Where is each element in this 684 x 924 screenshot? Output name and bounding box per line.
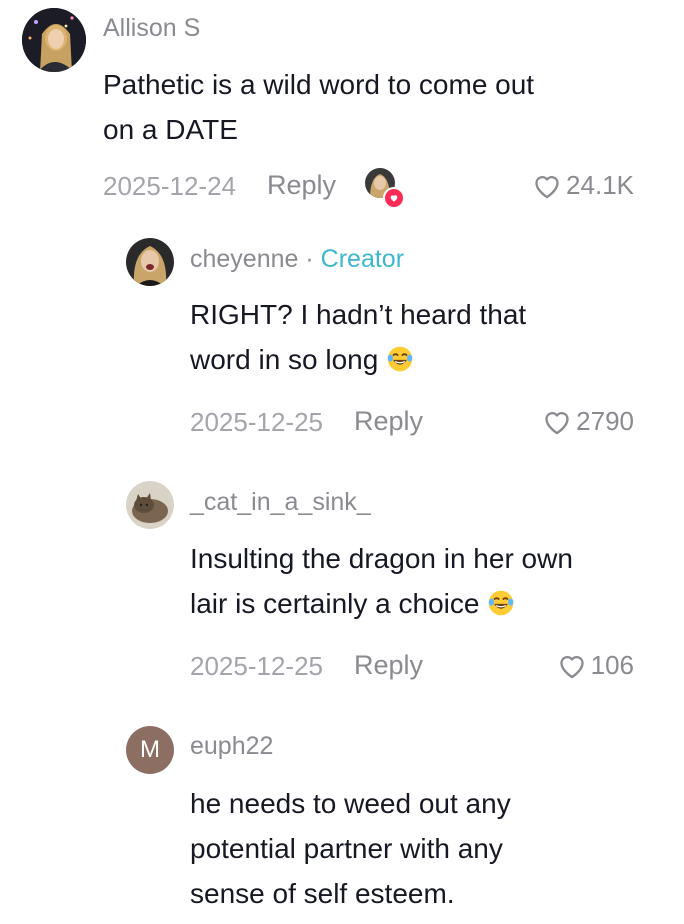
comment-line: potential partner with any (190, 833, 503, 864)
reply-button[interactable]: Reply (354, 406, 423, 437)
laughing-tears-emoji-icon (387, 346, 413, 372)
comment-line: word in so long (190, 344, 379, 375)
comment-line: he needs to weed out any (190, 788, 511, 819)
laughing-tears-emoji-icon (488, 590, 514, 616)
comment-date: 2025-12-24 (103, 171, 236, 201)
creator-photo-icon (126, 238, 174, 286)
avatar-letter: M (140, 736, 160, 763)
like-button[interactable]: 2790 (543, 406, 634, 437)
comment-text: Insulting the dragon in her own lair is … (190, 536, 573, 626)
comment-line: Pathetic is a wild word to come out (103, 69, 535, 100)
comment-line: Insulting the dragon in her own (190, 543, 573, 574)
creator-liked-heart-icon (383, 187, 405, 209)
like-count: 2790 (576, 406, 634, 436)
like-count: 106 (590, 650, 634, 680)
comment-text: he needs to weed out any potential partn… (190, 781, 511, 916)
avatar[interactable] (126, 238, 174, 286)
comment-line-with-emoji: lair is certainly a choice (190, 581, 573, 626)
comment-line: on a DATE (103, 114, 238, 145)
comment-line: RIGHT? I hadn’t heard that (190, 299, 527, 330)
heart-outline-icon (559, 655, 584, 678)
avatar[interactable]: M (126, 726, 174, 774)
user-photo-icon (22, 8, 86, 72)
comment-text: Pathetic is a wild word to come out on a… (103, 62, 534, 152)
cat-photo-icon (126, 481, 174, 529)
avatar[interactable] (22, 8, 86, 72)
like-count: 24.1K (566, 170, 634, 200)
username-text: cheyenne (190, 245, 299, 273)
comment-line-with-emoji: word in so long (190, 337, 526, 382)
comment-date: 2025-12-25 (190, 651, 323, 681)
username[interactable]: euph22 (190, 732, 273, 761)
heart-outline-icon (545, 411, 569, 434)
comment-line: lair is certainly a choice (190, 588, 480, 619)
heart-outline-icon (535, 175, 559, 198)
separator: · (305, 245, 314, 273)
username[interactable]: _cat_in_a_sink_ (190, 488, 371, 517)
like-button[interactable]: 24.1K (533, 170, 634, 201)
username[interactable]: Allison S (103, 14, 200, 43)
comment-text: RIGHT? I hadn’t heard that word in so lo… (190, 292, 526, 382)
reply-button[interactable]: Reply (354, 650, 423, 681)
avatar[interactable] (126, 481, 174, 529)
comment-line: sense of self esteem. (190, 878, 455, 909)
like-button[interactable]: 106 (558, 650, 634, 681)
reply-button[interactable]: Reply (267, 170, 336, 201)
creator-badge: Creator (320, 245, 405, 273)
comment-date: 2025-12-25 (190, 407, 323, 437)
username[interactable]: cheyenne · Creator (190, 245, 404, 274)
